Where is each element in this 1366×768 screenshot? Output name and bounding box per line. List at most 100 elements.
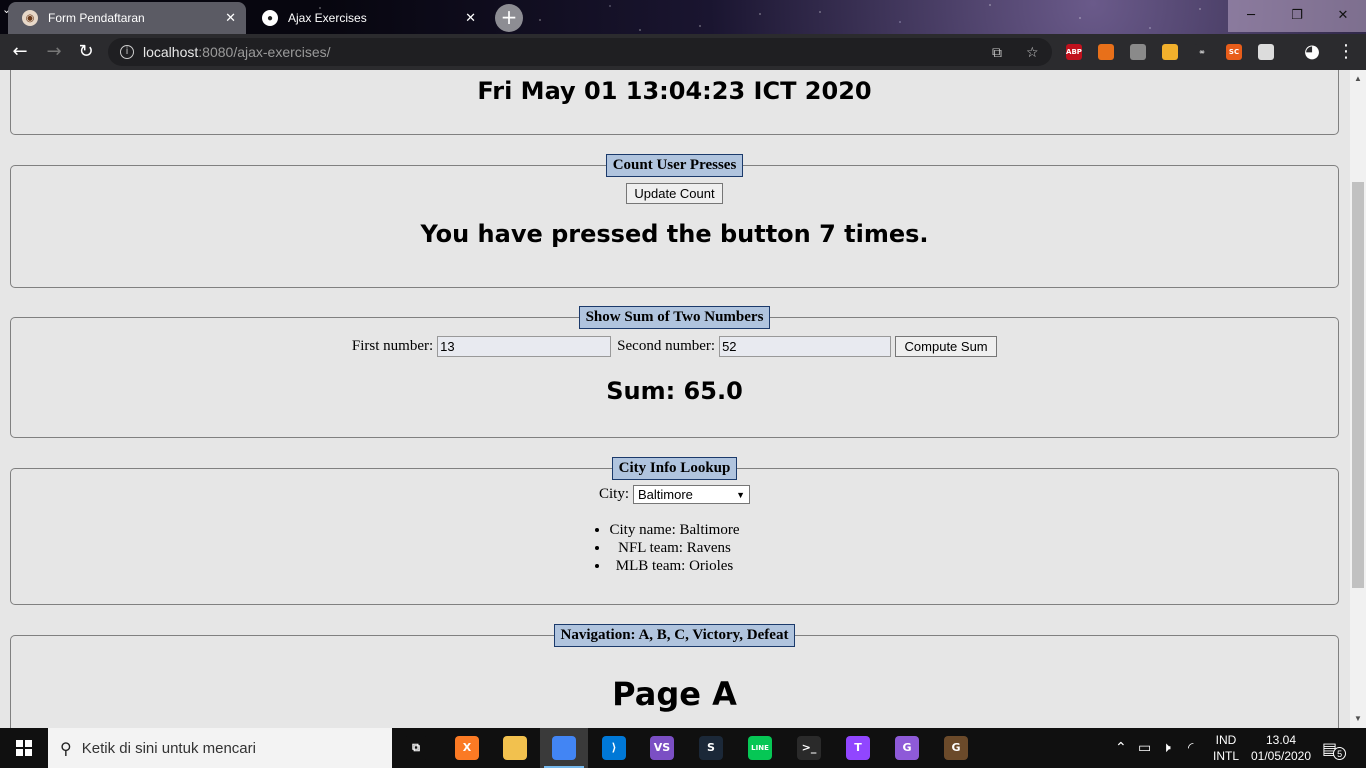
clock-time: 13.04 xyxy=(1265,733,1297,747)
city-info-item: NFL team: Ravens xyxy=(610,539,740,557)
scroll-up-icon[interactable]: ▲ xyxy=(1354,74,1362,83)
action-center-button[interactable]: ▤ 5 xyxy=(1322,728,1347,768)
close-window-icon[interactable]: ✕ xyxy=(1320,0,1366,32)
task-view-icon: ⧉ xyxy=(404,736,428,760)
nav-panel-legend: Navigation: A, B, C, Victory, Defeat xyxy=(553,624,796,647)
close-tab-icon[interactable]: ✕ xyxy=(465,10,476,26)
reload-icon[interactable]: ↻ xyxy=(74,40,98,64)
site-info-icon[interactable]: i xyxy=(120,45,134,59)
tab-label: Ajax Exercises xyxy=(288,11,367,25)
notification-count-badge: 5 xyxy=(1333,746,1347,760)
browser-toolbar: ← → ↻ i localhost:8080/ajax-exercises/ ⧉… xyxy=(0,34,1366,70)
tab-ajax-exercises[interactable]: ● Ajax Exercises ✕ xyxy=(248,2,486,34)
input-language[interactable]: IND INTL xyxy=(1213,728,1239,768)
scrollbar-thumb[interactable] xyxy=(1352,182,1364,588)
infinity-icon[interactable]: ∞ xyxy=(1194,44,1210,60)
city-panel: City Info Lookup City: Baltimore ▼ City … xyxy=(10,457,1339,605)
close-tab-icon[interactable]: ✕ xyxy=(225,10,236,26)
ext-icon-folder[interactable] xyxy=(1162,44,1178,60)
chrome-icon xyxy=(552,736,576,760)
tab-bar: ⌄ ◉ Form Pendaftaran ✕ ● Ajax Exercises … xyxy=(0,0,1366,34)
show-hidden-icons-icon[interactable]: ⌃ xyxy=(1115,740,1127,756)
taskbar-search-box[interactable]: ⚲ Ketik di sini untuk mencari xyxy=(48,728,392,768)
city-panel-legend: City Info Lookup xyxy=(611,457,738,480)
xampp-icon: X xyxy=(455,736,479,760)
menu-kebab-icon[interactable]: ⋮ xyxy=(1334,40,1358,64)
terminal-icon: >_ xyxy=(797,736,821,760)
tab-label: Form Pendaftaran xyxy=(48,11,145,25)
start-button[interactable] xyxy=(0,728,48,768)
count-panel-legend: Count User Presses xyxy=(605,154,744,177)
taskbar-app-button[interactable]: >_ xyxy=(785,728,833,768)
line-icon: LINE xyxy=(748,736,772,760)
ext-icon-circle[interactable] xyxy=(1258,44,1274,60)
second-number-input[interactable] xyxy=(719,336,892,357)
search-icon: ⚲ xyxy=(60,738,72,758)
keyboard-layout: INTL xyxy=(1213,749,1240,763)
profile-avatar[interactable]: ◕ xyxy=(1300,40,1324,64)
tab-form-pendaftaran[interactable]: ◉ Form Pendaftaran ✕ xyxy=(8,2,246,34)
volume-muted-icon[interactable]: 🕨 xyxy=(1162,740,1171,756)
taskbar-app-button[interactable]: VS xyxy=(638,728,686,768)
count-panel: Count User Presses Update Count You have… xyxy=(10,154,1339,288)
scroll-down-icon[interactable]: ▼ xyxy=(1354,714,1362,723)
taskbar-search-placeholder: Ketik di sini untuk mencari xyxy=(81,739,256,757)
visual-studio-icon: VS xyxy=(650,736,674,760)
abp-icon[interactable]: ABP xyxy=(1066,44,1082,60)
sc-icon[interactable]: SC xyxy=(1226,44,1242,60)
twitch-icon: T xyxy=(846,736,870,760)
taskbar-app-button[interactable]: ⧉ xyxy=(392,728,440,768)
wifi-icon[interactable]: ◜ xyxy=(1188,740,1193,756)
nav-panel: Navigation: A, B, C, Victory, Defeat Pag… xyxy=(10,624,1339,728)
compute-sum-button[interactable]: Compute Sum xyxy=(895,336,998,357)
page-viewport: Fri May 01 13:04:23 ICT 2020 Count User … xyxy=(0,70,1350,728)
city-info-item: City name: Baltimore xyxy=(610,521,740,539)
back-arrow-icon[interactable]: ← xyxy=(8,40,32,64)
vertical-scrollbar[interactable]: ▲ ▼ xyxy=(1350,70,1366,728)
github-desktop-icon: G xyxy=(895,736,919,760)
translate-icon[interactable]: ⧉ xyxy=(992,45,1002,61)
game-icon: G xyxy=(944,736,968,760)
taskbar-app-button[interactable]: S xyxy=(687,728,735,768)
clock[interactable]: 13.04 01/05/2020 xyxy=(1250,728,1312,768)
page-title: Page A xyxy=(612,675,737,713)
city-select[interactable]: Baltimore ▼ xyxy=(633,485,750,504)
server-timestamp: Fri May 01 13:04:23 ICT 2020 xyxy=(477,77,872,105)
taskbar-app-button[interactable]: ⟩ xyxy=(590,728,638,768)
forward-arrow-icon[interactable]: → xyxy=(42,40,66,64)
taskbar-app-button[interactable]: T xyxy=(834,728,882,768)
taskbar-app-button[interactable]: G xyxy=(883,728,931,768)
battery-icon[interactable]: ▭ xyxy=(1138,740,1151,756)
taskbar-app-button[interactable]: G xyxy=(932,728,980,768)
bookmark-star-icon[interactable]: ☆ xyxy=(1026,45,1039,61)
url-host: localhost xyxy=(143,44,199,60)
chevron-down-icon: ▼ xyxy=(736,489,745,500)
windows-logo-icon xyxy=(16,740,32,756)
site-favicon-icon: ◉ xyxy=(22,10,38,26)
url-path: /ajax-exercises/ xyxy=(233,44,331,60)
restore-icon[interactable]: ❐ xyxy=(1274,0,1320,32)
minimize-icon[interactable]: ─ xyxy=(1228,0,1274,32)
address-bar[interactable]: i localhost:8080/ajax-exercises/ ⧉ ☆ xyxy=(108,38,1052,66)
city-info-list: City name: Baltimore NFL team: Ravens ML… xyxy=(610,521,740,575)
date-panel: Fri May 01 13:04:23 ICT 2020 xyxy=(10,70,1339,135)
file-explorer-icon xyxy=(503,736,527,760)
sum-result: Sum: 65.0 xyxy=(606,377,743,405)
taskbar-app-button[interactable]: X xyxy=(443,728,491,768)
taskbar-app-button[interactable]: LINE xyxy=(736,728,784,768)
window-controls: ─ ❐ ✕ xyxy=(1228,0,1366,32)
taskbar-app-button[interactable] xyxy=(540,728,588,768)
new-tab-button[interactable]: + xyxy=(495,4,523,32)
city-info-item: MLB team: Orioles xyxy=(610,557,740,575)
city-select-value: Baltimore xyxy=(638,487,693,502)
vscode-icon: ⟩ xyxy=(602,736,626,760)
first-number-input[interactable] xyxy=(437,336,612,357)
taskbar-app-button[interactable] xyxy=(491,728,539,768)
url-port: :8080 xyxy=(198,44,234,60)
language-code: IND xyxy=(1215,733,1237,747)
update-count-button[interactable]: Update Count xyxy=(626,183,723,204)
second-number-label: Second number: xyxy=(617,338,716,354)
ext-icon-gray[interactable] xyxy=(1130,44,1146,60)
steam-icon: S xyxy=(699,736,723,760)
honey-icon[interactable] xyxy=(1098,44,1114,60)
